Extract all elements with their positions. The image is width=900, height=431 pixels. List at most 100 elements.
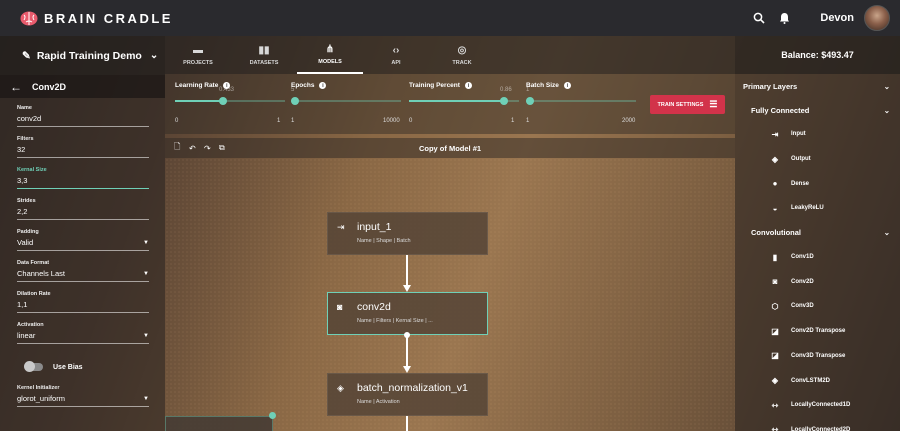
slider-value: 1 [526, 87, 530, 93]
field-label: Dilation Rate [17, 291, 51, 297]
search-icon[interactable] [753, 12, 765, 24]
tab-label: TRACK [452, 59, 472, 66]
tab-datasets[interactable]: ▮▮ DATASETS [231, 36, 297, 74]
layer-item-input[interactable]: ⇥ Input [735, 122, 900, 147]
tune-icon: ☰ [709, 99, 718, 109]
slider-value: 0.433 [219, 87, 235, 93]
dilation-rate-input[interactable]: 1,1 [17, 300, 149, 313]
input-icon: ⇥ [337, 222, 345, 232]
field-kernel-initializer: Kernel Initializer glorot_uniform ▼ [0, 385, 165, 407]
node-name: batch_normalization_v1 [357, 382, 468, 394]
brand[interactable]: BRAIN CRADLE [20, 11, 173, 26]
arrow-head [403, 285, 411, 292]
slider-track[interactable] [291, 100, 401, 102]
slider-thumb[interactable] [526, 97, 534, 105]
layer-item-locallyconnected1d[interactable]: ⇿ LocallyConnected1D [735, 393, 900, 418]
project-selector[interactable]: ✎ Rapid Training Demo ⌄ [0, 36, 165, 75]
group-fully-connected[interactable]: Fully Connected ⌄ [735, 98, 900, 122]
camera-icon: ◙ [772, 277, 778, 287]
slider-thumb[interactable] [291, 97, 299, 105]
redo-icon[interactable]: ↷ [204, 144, 214, 153]
chevron-down-icon: ⌄ [883, 81, 890, 91]
chevron-down-icon: ⌄ [883, 105, 890, 115]
kernel-initializer-select[interactable]: glorot_uniform ▼ [17, 394, 149, 407]
slider-min: 0 [409, 118, 413, 124]
activation-select[interactable]: linear ▼ [17, 331, 149, 344]
padding-select[interactable]: Valid ▼ [17, 238, 149, 251]
tab-api[interactable]: ‹› API [363, 36, 429, 74]
layer-item-conv1d[interactable]: ▮ Conv1D [735, 245, 900, 270]
tab-projects[interactable]: ▬ PROJECTS [165, 36, 231, 74]
slider-thumb[interactable] [219, 97, 227, 105]
node-input-1[interactable]: ⇥ input_1 Name | Shape | Batch [327, 212, 488, 255]
layer-item-conv3d transpose[interactable]: ◪ Conv3D Transpose [735, 344, 900, 369]
group-convolutional[interactable]: Convolutional ⌄ [735, 221, 900, 245]
notification-bell-icon[interactable] [779, 12, 790, 24]
app-name: BRAIN CRADLE [44, 10, 173, 26]
layer-item-output[interactable]: ◈ Output [735, 147, 900, 172]
info-icon[interactable]: i [464, 82, 472, 89]
balance: Balance: $493.47 [735, 36, 900, 74]
layer-item-convlstm2d[interactable]: ◈ ConvLSTM2D [735, 368, 900, 393]
field-label: Kernel Initializer [17, 385, 60, 391]
slider-track[interactable] [526, 100, 636, 102]
layers-icon: ◈ [771, 376, 779, 386]
name-input[interactable]: conv2d [17, 114, 149, 127]
use-bias-row: Use Bias [0, 359, 165, 375]
node-batch-normalization-v1[interactable]: ◈ batch_normalization_v1 Name | Activation [327, 373, 488, 416]
field-padding: Padding Valid ▼ [0, 229, 165, 251]
connection-edge [406, 416, 408, 431]
tab-models[interactable]: ⋔ MODELS [297, 36, 363, 74]
layer-item-conv2d transpose[interactable]: ◪ Conv2D Transpose [735, 319, 900, 344]
slider-max: 2000 [622, 118, 636, 124]
folder-icon: ▬ [193, 44, 203, 56]
back-arrow-icon[interactable]: ← [10, 80, 22, 94]
tab-track[interactable]: ◎ TRACK [429, 36, 495, 74]
layer-title: Conv2D [32, 81, 67, 92]
field-dilation-rate: Dilation Rate 1,1 [0, 291, 165, 313]
canvas-minimap[interactable] [165, 416, 273, 431]
layer-item-conv3d[interactable]: ⬡ Conv3D [735, 294, 900, 319]
slider-fill [175, 100, 223, 102]
slider-thumb[interactable] [500, 97, 508, 105]
slider-max: 1 [277, 118, 281, 124]
layer-library-panel: Balance: $493.47 Primary Layers ⌄ Fully … [735, 36, 900, 431]
node-conv2d[interactable]: ◙ conv2d Name | Filters | Kernal Size | ..… [327, 292, 488, 335]
arrows-icon: ⇿ [771, 425, 779, 431]
main-nav: ▬ PROJECTS ▮▮ DATASETS ⋔ MODELS ‹› API ◎ TRACK [165, 36, 735, 74]
layer-item-label: ConvLSTM2D [791, 377, 830, 384]
info-icon[interactable]: i [563, 82, 571, 89]
slider-label-text: Epochs [291, 82, 315, 89]
info-icon[interactable]: i [319, 82, 327, 89]
layer-item-conv2d[interactable]: ◙ Conv2D [735, 269, 900, 294]
avatar[interactable] [864, 5, 890, 31]
copy-icon[interactable]: ⧉ [219, 143, 229, 153]
layer-properties-panel: ✎ Rapid Training Demo ⌄ ← Conv2D Name con… [0, 36, 165, 431]
field-value-text: 1,1 [17, 300, 28, 309]
input-icon: ⇥ [771, 129, 779, 139]
kernal-size-input[interactable]: 3,3 [17, 176, 149, 189]
undo-icon[interactable]: ↶ [189, 144, 199, 153]
layer-item-label: Input [791, 131, 806, 138]
layer-item-dense[interactable]: ● Dense [735, 171, 900, 196]
model-canvas[interactable]: ⇥ input_1 Name | Shape | Batch ◙ conv2d Name … [165, 158, 735, 431]
layer-item-locallyconnected2d[interactable]: ⇿ LocallyConnected2D [735, 418, 900, 431]
connection-port[interactable] [269, 412, 276, 419]
new-file-icon[interactable]: 🗋 [174, 141, 184, 155]
layer-item-label: Dense [791, 180, 810, 187]
layer-item-label: Conv1D [791, 254, 814, 261]
node-name: input_1 [357, 221, 392, 233]
connection-port[interactable] [404, 332, 410, 338]
strides-input[interactable]: 2,2 [17, 207, 149, 220]
group-title: Convolutional [751, 228, 801, 238]
slider-label-text: Batch Size [526, 82, 559, 89]
data-format-select[interactable]: Channels Last ▼ [17, 269, 149, 282]
drop-icon: ◒ [772, 203, 778, 213]
slider-label: Training Percent i [409, 82, 472, 89]
filters-input[interactable]: 32 [17, 145, 149, 158]
primary-layers-header[interactable]: Primary Layers ⌄ [735, 74, 900, 98]
layer-item-leakyrelu[interactable]: ◒ LeakyReLU [735, 196, 900, 221]
train-settings-button[interactable]: TRAIN SETTINGS ☰ [650, 95, 725, 114]
use-bias-toggle[interactable] [24, 361, 43, 372]
user-name[interactable]: Devon [820, 12, 854, 24]
